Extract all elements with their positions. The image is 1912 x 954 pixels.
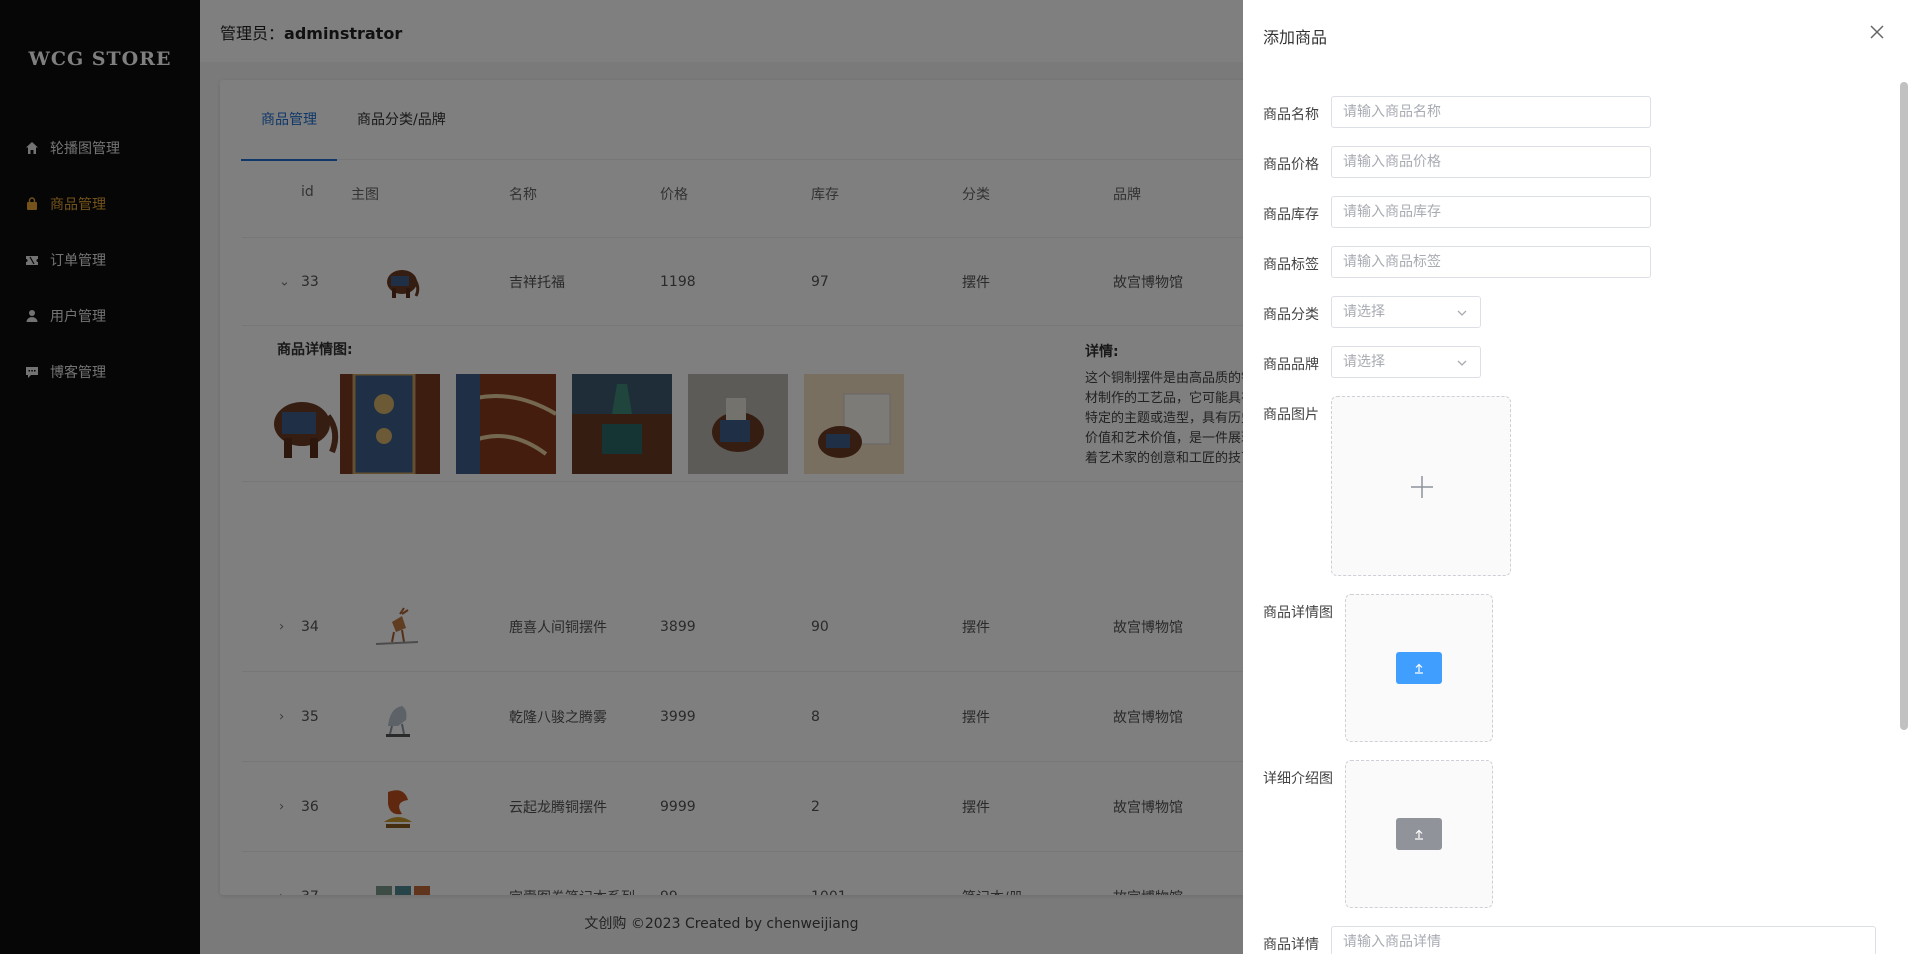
tag-label: 商品标签 <box>1263 257 1319 273</box>
stock-label: 商品库存 <box>1263 207 1319 223</box>
detail-images-label: 商品详情图 <box>1263 605 1333 621</box>
price-label: 商品价格 <box>1263 157 1319 173</box>
product-price-input[interactable] <box>1331 146 1651 178</box>
brand-label: 商品品牌 <box>1263 357 1319 373</box>
plus-icon <box>1411 476 1433 498</box>
intro-images-label: 详细介绍图 <box>1263 771 1333 787</box>
product-stock-input[interactable] <box>1331 196 1651 228</box>
product-name-input[interactable] <box>1331 96 1651 128</box>
category-label: 商品分类 <box>1263 307 1319 323</box>
main-image-uploader[interactable] <box>1331 396 1511 576</box>
upload-button-disabled[interactable] <box>1396 818 1442 850</box>
image-label: 商品图片 <box>1263 407 1319 423</box>
close-icon[interactable] <box>1869 24 1885 40</box>
product-detail-input[interactable] <box>1331 926 1876 954</box>
brand-select[interactable]: 请选择 <box>1331 346 1481 378</box>
select-placeholder: 请选择 <box>1343 354 1385 370</box>
chevron-down-icon <box>1457 310 1467 316</box>
add-product-drawer: 添加商品 商品名称 商品价格 商品库存 商品标签 商品分类 请选择 商品品牌 请… <box>1243 0 1912 954</box>
product-tag-input[interactable] <box>1331 246 1651 278</box>
detail-images-uploader[interactable] <box>1345 594 1493 742</box>
drawer-title: 添加商品 <box>1263 28 1328 47</box>
select-placeholder: 请选择 <box>1343 304 1385 320</box>
detail-label: 商品详情 <box>1263 937 1319 953</box>
intro-images-uploader[interactable] <box>1345 760 1493 908</box>
category-select[interactable]: 请选择 <box>1331 296 1481 328</box>
upload-button[interactable] <box>1396 652 1442 684</box>
drawer-scrollbar[interactable] <box>1900 82 1908 730</box>
upload-icon <box>1415 829 1423 840</box>
upload-icon <box>1415 663 1423 674</box>
name-label: 商品名称 <box>1263 107 1319 123</box>
chevron-down-icon <box>1457 360 1467 366</box>
